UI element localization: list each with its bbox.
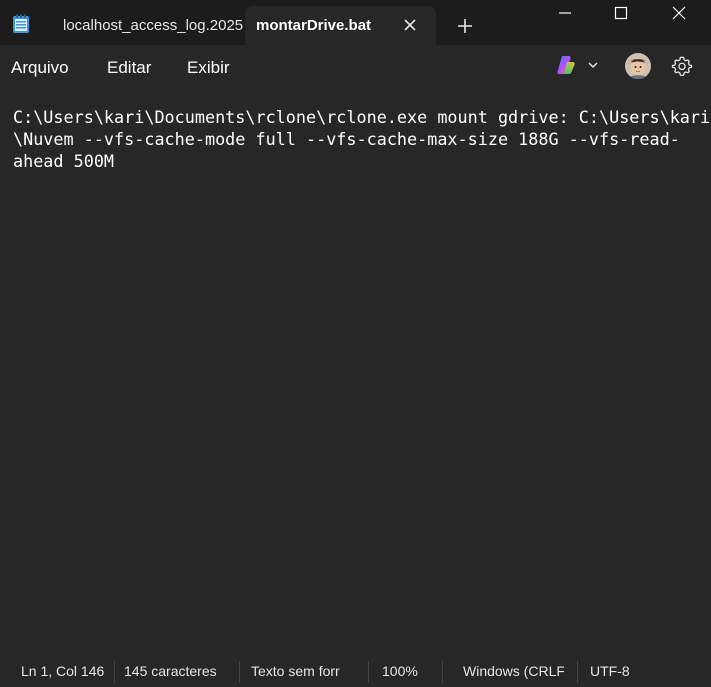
maximize-icon[interactable]: [598, 0, 644, 26]
zoom-level[interactable]: 100%: [382, 663, 418, 679]
tab-title: localhost_access_log.2025: [63, 17, 244, 34]
line-ending[interactable]: Windows (CRLF: [463, 663, 564, 679]
chevron-down-icon[interactable]: [586, 58, 600, 72]
menu-bar: Arquivo Editar Exibir: [0, 45, 711, 88]
user-avatar[interactable]: [625, 53, 651, 79]
status-divider: [577, 661, 578, 683]
copilot-icon[interactable]: [555, 54, 577, 76]
menu-file[interactable]: Arquivo: [11, 58, 69, 78]
notepad-icon: [13, 14, 29, 33]
encoding[interactable]: UTF-8: [590, 663, 630, 679]
editor-line: C:\Users\kari\Documents\rclone\rclone.ex…: [13, 107, 711, 127]
editor-line: ahead 500M: [13, 151, 115, 171]
menu-view[interactable]: Exibir: [187, 58, 230, 78]
text-editor[interactable]: C:\Users\kari\Documents\rclone\rclone.ex…: [0, 88, 711, 655]
text-format[interactable]: Texto sem forr: [251, 663, 347, 679]
tab-title: montarDrive.bat: [256, 17, 372, 34]
plus-icon[interactable]: [454, 15, 476, 37]
menu-edit[interactable]: Editar: [107, 58, 151, 78]
close-icon[interactable]: [400, 15, 420, 35]
cursor-position: Ln 1, Col 146: [21, 663, 105, 679]
character-count: 145 caracteres: [124, 663, 217, 679]
editor-content[interactable]: C:\Users\kari\Documents\rclone\rclone.ex…: [13, 106, 710, 172]
status-divider: [239, 661, 240, 683]
editor-line: \Nuvem --vfs-cache-mode full --vfs-cache…: [13, 129, 680, 149]
status-divider: [114, 661, 115, 683]
tab-localhost-access-log[interactable]: localhost_access_log.2025: [50, 6, 245, 45]
gear-icon[interactable]: [671, 55, 693, 77]
status-divider: [442, 661, 443, 683]
minimize-icon[interactable]: [542, 0, 588, 26]
status-divider: [368, 661, 369, 683]
window-close-icon[interactable]: [656, 0, 702, 26]
title-bar: localhost_access_log.2025 montarDrive.ba…: [0, 0, 711, 45]
status-bar: Ln 1, Col 146 145 caracteres Texto sem f…: [0, 655, 711, 687]
